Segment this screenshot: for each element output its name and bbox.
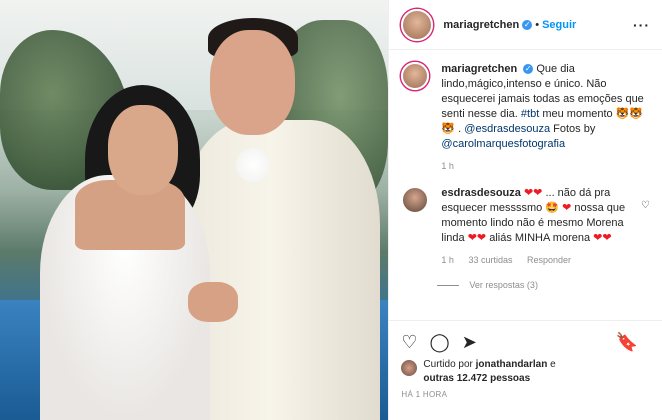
likes-summary: Curtido por jonathandarlan e outras 12.4… — [401, 358, 650, 386]
comment-likes[interactable]: 33 curtidas — [468, 255, 512, 265]
caption-username[interactable]: mariagretchen — [441, 63, 517, 75]
comment-icon[interactable]: ◯ — [430, 332, 450, 353]
comments-list: mariagretchen ✓ Que dia lindo,mágico,int… — [401, 62, 650, 290]
caption: mariagretchen ✓ Que dia lindo,mágico,int… — [401, 62, 650, 174]
comment-item: esdrasdesouza ❤❤ ... não dá pra esquecer… — [401, 186, 650, 268]
view-replies[interactable]: Ver respostas (3) — [437, 280, 650, 290]
dot-separator: . — [458, 123, 462, 135]
liked-by-mid: e — [550, 359, 556, 370]
avatar[interactable] — [401, 360, 418, 376]
mention-link[interactable]: @esdrasdesouza — [464, 123, 550, 135]
post-side-panel: mariagretchen ✓ • Seguir ··· mariagretch… — [388, 0, 662, 420]
hashtag-link[interactable]: #tbt — [521, 108, 539, 120]
fotos-prefix: Fotos by — [553, 123, 596, 135]
more-icon[interactable]: ··· — [633, 17, 650, 33]
heart-emoji: ❤❤ — [523, 187, 543, 199]
heart-emoji: ❤❤ — [467, 232, 487, 244]
comment-age[interactable]: 1 h — [441, 255, 454, 265]
face-emoji: 🤩 — [545, 202, 560, 214]
verified-icon: ✓ — [522, 19, 533, 30]
separator-dot: • — [535, 18, 540, 31]
liked-by-prefix: Curtido por — [423, 359, 473, 370]
action-bar: ♡ ◯ ➤ 🔖 — [401, 330, 650, 354]
share-icon[interactable]: ➤ — [462, 332, 477, 353]
caption-text-2: meu momento — [542, 108, 613, 120]
liked-by-user[interactable]: jonathandarlan — [476, 359, 548, 370]
post-timestamp[interactable]: HÁ 1 HORA — [401, 390, 447, 399]
heart-emoji: ❤❤ — [593, 232, 612, 244]
avatar[interactable] — [401, 62, 430, 90]
like-comment-icon[interactable]: ♡ — [641, 200, 650, 211]
bookmark-icon[interactable]: 🔖 — [616, 332, 638, 353]
like-icon[interactable]: ♡ — [401, 332, 417, 353]
post-header: mariagretchen ✓ • Seguir ··· — [389, 0, 662, 50]
follow-button[interactable]: Seguir — [542, 19, 576, 31]
post-photo[interactable] — [0, 0, 389, 420]
avatar[interactable] — [401, 186, 430, 214]
verified-icon: ✓ — [523, 64, 534, 75]
view-replies-label[interactable]: Ver respostas (3) — [469, 280, 538, 290]
reply-button[interactable]: Responder — [527, 255, 571, 265]
instagram-post: mariagretchen ✓ • Seguir ··· mariagretch… — [0, 0, 662, 420]
avatar[interactable] — [401, 8, 434, 41]
comment-username[interactable]: esdrasdesouza — [441, 187, 520, 199]
replies-line — [437, 284, 460, 286]
caption-age[interactable]: 1 h — [441, 161, 454, 171]
post-username[interactable]: mariagretchen — [443, 19, 519, 31]
divider — [389, 320, 662, 321]
liked-by-count[interactable]: outras 12.472 pessoas — [423, 373, 530, 384]
photo-credit-link[interactable]: @carolmarquesfotografia — [441, 138, 565, 150]
heart-emoji: ❤ — [562, 202, 572, 214]
comment-text-c: aliás MINHA morena — [489, 232, 591, 244]
